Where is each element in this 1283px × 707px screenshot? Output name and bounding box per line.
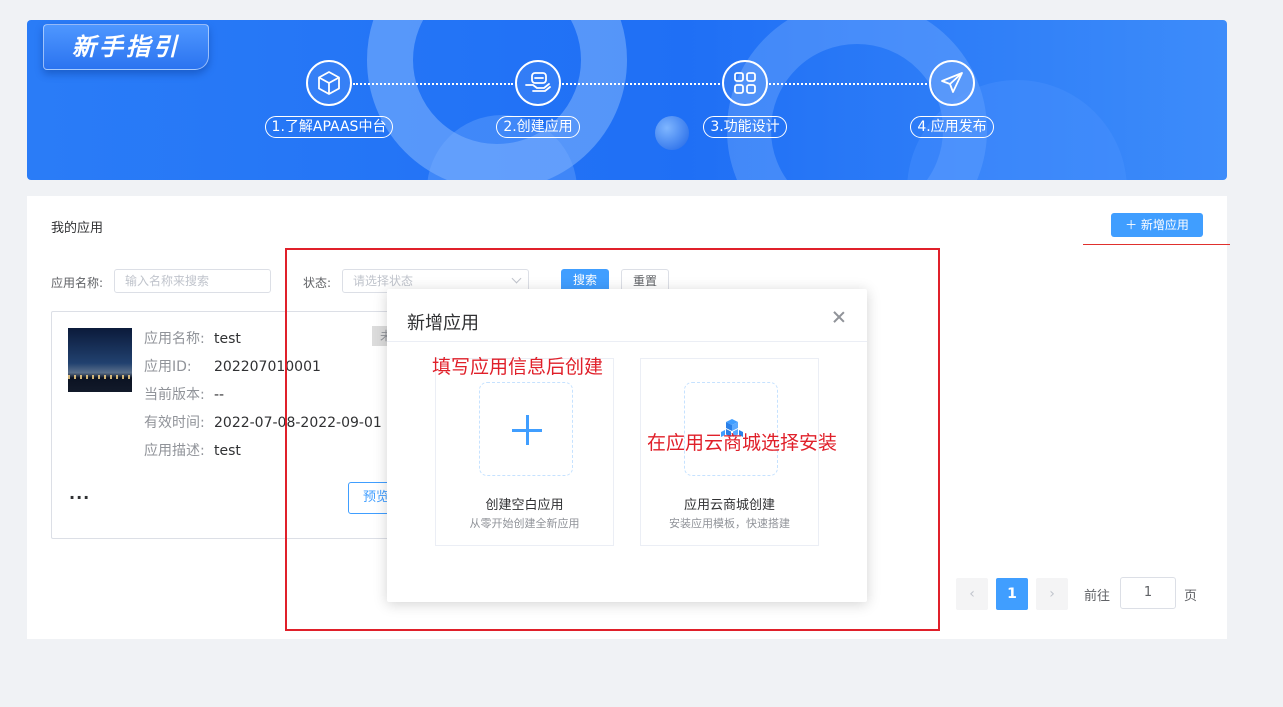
grid-icon [722,60,768,106]
page-suffix-label: 页 [1184,589,1198,604]
guide-step-4[interactable]: 4.应用发布 [872,60,1032,138]
plus-icon [479,382,573,476]
app-name-label: 应用名称: [51,276,104,290]
step-label: 2.创建应用 [496,116,580,138]
next-page-button[interactable]: › [1036,578,1068,610]
guide-step-1[interactable]: 1.了解APAAS中台 [249,60,409,138]
plus-icon-bar [526,415,529,445]
app-version-row: 当前版本: -- [144,386,224,404]
goto-label: 前往 [1084,589,1111,604]
option-subtitle: 从零开始创建全新应用 [469,517,580,530]
app-validity-row: 有效时间: 2022-07-08-2022-09-01 [144,414,382,432]
annotation-app-store: 在应用云商城选择安装 [647,432,838,454]
guide-step-3[interactable]: 3.功能设计 [665,60,825,138]
status-select-placeholder: 请选择状态 [353,274,414,288]
hand-app-icon [515,60,561,106]
create-blank-app-option[interactable]: 创建空白应用 从零开始创建全新应用 [435,358,614,546]
app-id-row: 应用ID: 202207010001 [144,358,321,376]
more-icon[interactable]: ... [69,484,90,503]
guide-banner: 新手指引 1.了解APAAS中台 2.创建应用 3.功能设计 4.应用发布 [27,20,1227,180]
cube-icon [306,60,352,106]
add-app-button[interactable]: ＋ 新增应用 [1111,213,1203,237]
field-key: 应用ID: [144,359,192,375]
field-value: 202207010001 [214,359,321,375]
divider [1083,244,1230,245]
option-title: 应用云商城创建 [683,498,775,513]
goto-page-input[interactable]: 1 [1120,577,1176,609]
guide-step-2[interactable]: 2.创建应用 [458,60,618,138]
step-label: 3.功能设计 [703,116,787,138]
field-key: 有效时间: [144,415,205,431]
dialog-title: 新增应用 [407,313,479,334]
app-thumbnail [68,328,132,392]
page-number-button[interactable]: 1 [996,578,1028,610]
field-value: test [214,331,241,347]
step-label: 4.应用发布 [910,116,994,138]
field-value: 2022-07-08-2022-09-01 [214,415,382,431]
send-icon [929,60,975,106]
prev-page-button[interactable]: ‹ [956,578,988,610]
field-value: test [214,443,241,459]
app-card[interactable]: 未 应用名称: test 应用ID: 202207010001 当前版本: -- 有效… [51,311,411,539]
field-key: 应用名称: [144,331,205,347]
field-key: 当前版本: [144,387,205,403]
app-name-row: 应用名称: test [144,330,241,348]
app-name-search-input[interactable]: 输入名称来搜索 [114,269,271,293]
annotation-blank-app: 填写应用信息后创建 [432,356,604,378]
field-value: -- [214,387,225,403]
app-description-row: 应用描述: test [144,442,241,460]
guide-title: 新手指引 [43,24,209,70]
divider [387,341,867,342]
page-title: 我的应用 [51,221,104,236]
status-label: 状态: [303,276,332,290]
close-icon[interactable] [831,309,847,325]
option-title: 创建空白应用 [485,498,564,513]
step-label: 1.了解APAAS中台 [264,116,394,138]
field-key: 应用描述: [144,443,205,459]
option-subtitle: 安装应用模板，快速搭建 [669,517,790,530]
chevron-down-icon [511,273,522,284]
